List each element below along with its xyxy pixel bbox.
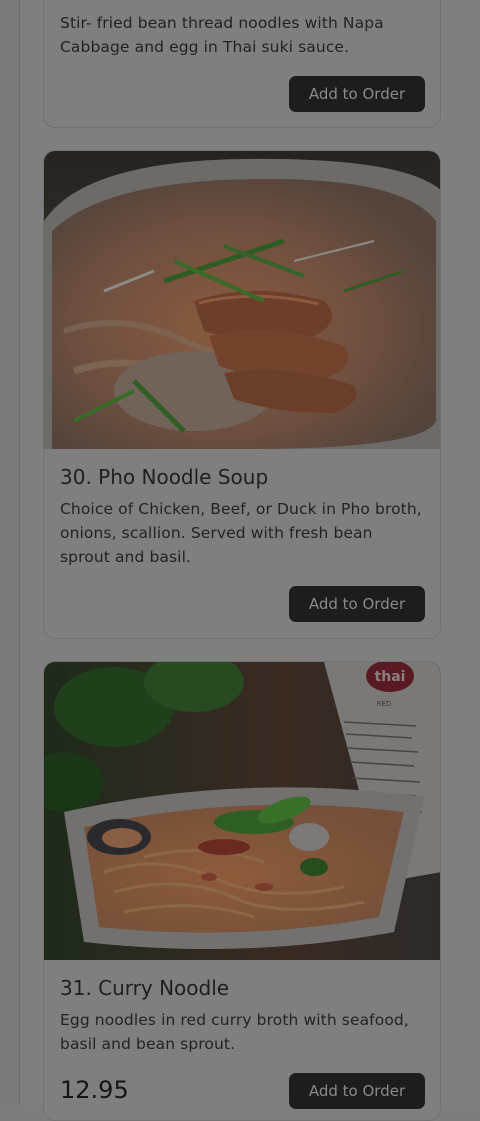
menu-item-price: 12.95 <box>60 1076 129 1104</box>
menu-item-card: Stir- fried bean thread noodles with Nap… <box>43 0 441 128</box>
add-to-order-button[interactable]: Add to Order <box>289 1073 425 1109</box>
menu-item-description: Choice of Chicken, Beef, or Duck in Pho … <box>60 500 422 566</box>
menu-item-title: 31. Curry Noodle <box>60 976 230 1000</box>
menu-page: Stir- fried bean thread noodles with Nap… <box>0 0 480 1121</box>
curry-noodle-photo: thai RED <box>44 662 440 960</box>
menu-item-card: 30. Pho Noodle Soup Choice of Chicken, B… <box>43 150 441 639</box>
menu-sign-section: RED <box>377 700 392 708</box>
add-to-order-button[interactable]: Add to Order <box>289 586 425 622</box>
menu-item-card: thai RED 31. Curry Noodle Egg noodles in… <box>43 661 441 1121</box>
add-to-order-button[interactable]: Add to Order <box>289 76 425 112</box>
menu-item-description: Egg noodles in red curry broth with seaf… <box>60 1011 409 1053</box>
left-rail <box>0 0 20 1105</box>
menu-item-title: 30. Pho Noodle Soup <box>60 465 269 489</box>
pho-noodle-soup-photo <box>44 151 440 449</box>
menu-item-description: Stir- fried bean thread noodles with Nap… <box>60 14 384 56</box>
menu-sign-logo: thai <box>375 669 406 685</box>
